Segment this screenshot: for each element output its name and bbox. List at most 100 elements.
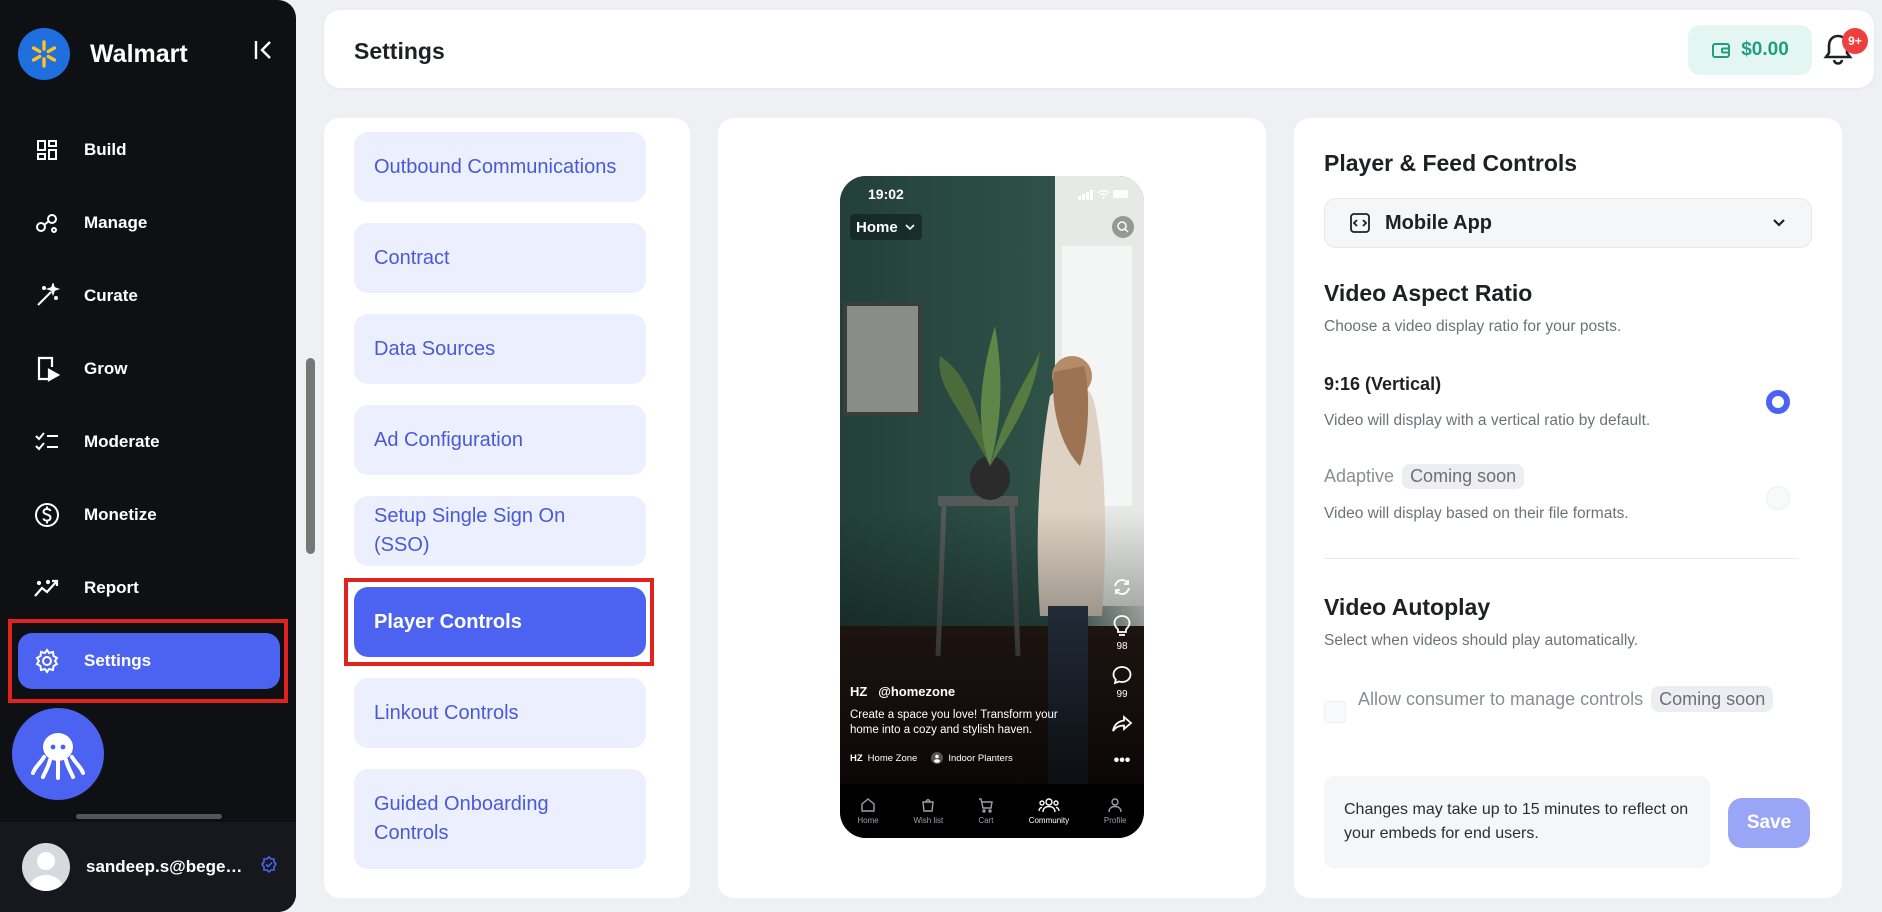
phone-play-icon <box>32 354 62 384</box>
comment-button[interactable]: 99 <box>1110 664 1134 700</box>
share-icon[interactable] <box>1110 714 1134 737</box>
header: Settings $0.00 9+ <box>324 10 1874 88</box>
tag-home-zone[interactable]: HZ Home Zone <box>850 752 917 764</box>
bag-icon <box>922 799 935 812</box>
menu-item-contract[interactable]: Contract <box>354 223 646 293</box>
menu-item-linkout-controls[interactable]: Linkout Controls <box>354 678 646 748</box>
save-button[interactable]: Save <box>1728 798 1810 848</box>
user-email: sandeep.s@begenuin.com <box>86 857 252 876</box>
like-button[interactable]: 98 <box>1110 614 1134 652</box>
option-vertical-title: 9:16 (Vertical) <box>1324 374 1442 394</box>
sidebar-item-label: Manage <box>84 213 148 232</box>
sidebar-item-monetize[interactable]: Monetize <box>18 487 280 543</box>
preview-panel: 19:02 Home 98 99 ••• HZ @homezone Create… <box>718 118 1266 898</box>
sidebar-item-report[interactable]: Report <box>18 560 280 616</box>
community-icon <box>931 752 944 764</box>
sidebar-scrollbar[interactable] <box>306 358 315 554</box>
menu-item-guided-onboarding[interactable]: Guided Onboarding Controls <box>354 769 646 869</box>
collapse-sidebar-button[interactable] <box>250 36 278 64</box>
person-icon <box>1108 798 1122 813</box>
notification-count-badge: 9+ <box>1842 28 1868 54</box>
avatar <box>22 843 70 891</box>
sidebar-item-label: Monetize <box>84 505 157 524</box>
user-profile[interactable]: sandeep.s@begenuin.com <box>0 822 296 912</box>
phone-bottom-nav: Home Wish list Cart Community Profile <box>840 784 1144 838</box>
nodes-icon <box>32 208 62 238</box>
radio-vertical[interactable] <box>1766 390 1790 414</box>
phone-time: 19:02 <box>868 186 904 202</box>
lightbulb-icon <box>1113 615 1131 636</box>
platform-select[interactable]: Mobile App <box>1324 198 1812 248</box>
platform-selected-value: Mobile App <box>1385 211 1493 234</box>
feed-selector[interactable]: Home <box>850 214 922 240</box>
like-count: 98 <box>1116 641 1128 652</box>
phone-nav-profile[interactable]: Profile <box>1104 797 1127 825</box>
chevron-down-icon <box>1773 219 1785 227</box>
option-vertical-desc: Video will display with a vertical ratio… <box>1324 412 1651 429</box>
creator-handle[interactable]: HZ @homezone <box>850 684 955 699</box>
sidebar-item-curate[interactable]: Curate <box>18 268 280 324</box>
option-adaptive-title: Adaptive Coming soon <box>1324 464 1525 489</box>
video-caption: Create a space you love! Transform your … <box>850 709 1058 736</box>
coming-soon-badge: Coming soon <box>1651 686 1774 712</box>
panel-title: Player & Feed Controls <box>1324 150 1578 176</box>
chart-line-icon <box>32 573 62 603</box>
player-controls-highlight-box <box>344 578 654 666</box>
comment-count: 99 <box>1116 689 1128 700</box>
wallet-balance-button[interactable]: $0.00 <box>1688 25 1812 75</box>
grid-icon <box>32 135 62 165</box>
dollar-icon <box>32 500 62 530</box>
player-controls-panel: Player & Feed Controls Mobile App Video … <box>1294 118 1842 898</box>
signal-battery-icon <box>1078 190 1128 200</box>
menu-item-data-sources[interactable]: Data Sources <box>354 314 646 384</box>
search-icon[interactable] <box>1112 216 1134 238</box>
chevron-down-icon <box>905 224 915 231</box>
autoplay-desc: Select when videos should play automatic… <box>1324 632 1639 649</box>
menu-item-sso[interactable]: Setup Single Sign On (SSO) <box>354 496 646 566</box>
aspect-ratio-title: Video Aspect Ratio <box>1324 280 1533 306</box>
sidebar-item-build[interactable]: Build <box>18 122 280 178</box>
more-options-icon[interactable]: ••• <box>1110 752 1134 770</box>
phone-nav-community[interactable]: Community <box>1029 797 1069 825</box>
cart-icon <box>978 798 993 813</box>
verified-badge-icon <box>260 855 278 879</box>
manage-controls-checkbox[interactable] <box>1324 701 1346 723</box>
menu-item-outbound-communications[interactable]: Outbound Communications <box>354 132 646 202</box>
sidebar-item-label: Grow <box>84 359 128 378</box>
phone-nav-cart[interactable]: Cart <box>978 797 994 825</box>
people-icon <box>1038 798 1060 813</box>
sidebar-item-label: Build <box>84 140 127 159</box>
wallet-amount: $0.00 <box>1741 39 1789 60</box>
phone-nav-home[interactable]: Home <box>857 797 879 825</box>
sidebar-item-moderate[interactable]: Moderate <box>18 414 280 470</box>
phone-nav-wishlist[interactable]: Wish list <box>913 797 943 825</box>
sidebar-item-label: Moderate <box>84 432 160 451</box>
sidebar: Walmart Build Manage Curate Grow Moderat… <box>0 0 296 912</box>
octopus-assistant-button[interactable] <box>12 708 104 800</box>
home-icon <box>861 798 875 812</box>
brand[interactable]: Walmart <box>18 28 188 80</box>
walmart-spark-icon <box>18 28 70 80</box>
sidebar-item-grow[interactable]: Grow <box>18 341 280 397</box>
magic-wand-icon <box>32 281 62 311</box>
sidebar-resize-handle[interactable] <box>76 814 222 819</box>
brand-name: Walmart <box>90 39 188 68</box>
manage-controls-label: Allow consumer to manage controls Coming … <box>1358 684 1798 714</box>
comment-icon <box>1112 666 1132 685</box>
refresh-icon[interactable] <box>1110 576 1134 601</box>
checklist-icon <box>32 427 62 457</box>
code-window-icon <box>1350 213 1370 233</box>
collapse-left-icon <box>254 41 271 59</box>
phone-preview: 19:02 Home 98 99 ••• HZ @homezone Create… <box>840 176 1144 838</box>
menu-item-ad-configuration[interactable]: Ad Configuration <box>354 405 646 475</box>
divider <box>1324 558 1798 559</box>
settings-highlight-box <box>8 619 288 703</box>
aspect-ratio-desc: Choose a video display ratio for your po… <box>1324 318 1622 335</box>
sidebar-item-manage[interactable]: Manage <box>18 195 280 251</box>
radio-adaptive[interactable] <box>1766 486 1790 510</box>
sidebar-item-label: Report <box>84 578 139 597</box>
tag-indoor-planters[interactable]: Indoor Planters <box>931 752 1013 764</box>
octopus-icon <box>31 733 85 780</box>
autoplay-title: Video Autoplay <box>1324 594 1491 620</box>
wallet-icon <box>1712 43 1731 58</box>
